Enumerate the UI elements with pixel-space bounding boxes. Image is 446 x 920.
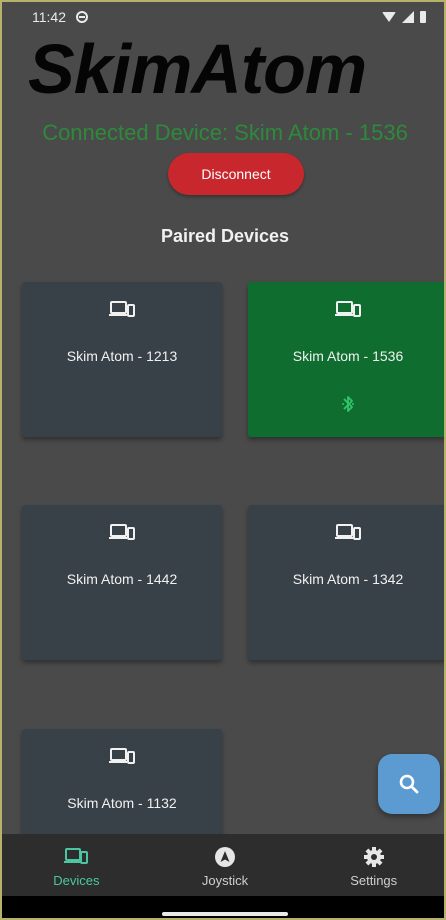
paired-devices-title: Paired Devices: [160, 226, 290, 246]
device-name: Skim Atom - 1213: [66, 348, 178, 364]
status-bar: 11:42: [2, 2, 444, 32]
device-card[interactable]: Skim Atom - 1442: [22, 505, 222, 660]
bottom-nav: Devices Joystick Settings: [2, 834, 444, 896]
gesture-handle[interactable]: [162, 912, 288, 916]
device-name: Skim Atom - 1342: [292, 571, 404, 587]
device-name: Skim Atom - 1536: [292, 348, 404, 364]
status-right: [382, 11, 426, 23]
nav-settings[interactable]: Settings: [299, 834, 444, 896]
devices-icon: [64, 848, 89, 864]
connection-status: Connected Device: Skim Atom - 1536: [42, 120, 408, 145]
device-card[interactable]: Skim Atom - 1213: [22, 282, 222, 437]
navigation-icon: [215, 847, 235, 867]
nav-devices[interactable]: Devices: [2, 834, 151, 896]
nav-settings-label: Settings: [350, 873, 398, 888]
wifi-icon: [382, 12, 396, 22]
devices-icon: [109, 748, 135, 764]
app-screen: 11:42 SkimAtom Connected Device: Skim At…: [0, 0, 446, 920]
devices-icon: [335, 524, 361, 540]
app-logo: SkimAtom: [28, 30, 367, 108]
status-time: 11:42: [32, 9, 66, 25]
device-name: Skim Atom - 1442: [66, 571, 178, 587]
status-left: 11:42: [32, 9, 88, 25]
search-icon: [399, 774, 419, 794]
gear-icon: [363, 847, 384, 867]
signal-icon: [402, 11, 414, 23]
nav-joystick-label: Joystick: [201, 873, 249, 888]
nav-joystick[interactable]: Joystick: [151, 834, 300, 896]
bluetooth-icon: [342, 396, 354, 412]
device-card-selected[interactable]: Skim Atom - 1536: [248, 282, 444, 437]
camera-icon: [76, 11, 88, 23]
battery-icon: [420, 11, 426, 23]
devices-icon: [335, 301, 361, 317]
nav-devices-label: Devices: [53, 873, 100, 888]
device-card[interactable]: Skim Atom - 1132: [22, 729, 222, 834]
device-card[interactable]: Skim Atom - 1342: [248, 505, 444, 660]
devices-icon: [109, 524, 135, 540]
devices-icon: [109, 301, 135, 317]
disconnect-button[interactable]: Disconnect: [168, 153, 304, 195]
system-nav-area: [2, 896, 444, 918]
device-name: Skim Atom - 1132: [67, 795, 177, 811]
search-button[interactable]: [378, 754, 440, 814]
